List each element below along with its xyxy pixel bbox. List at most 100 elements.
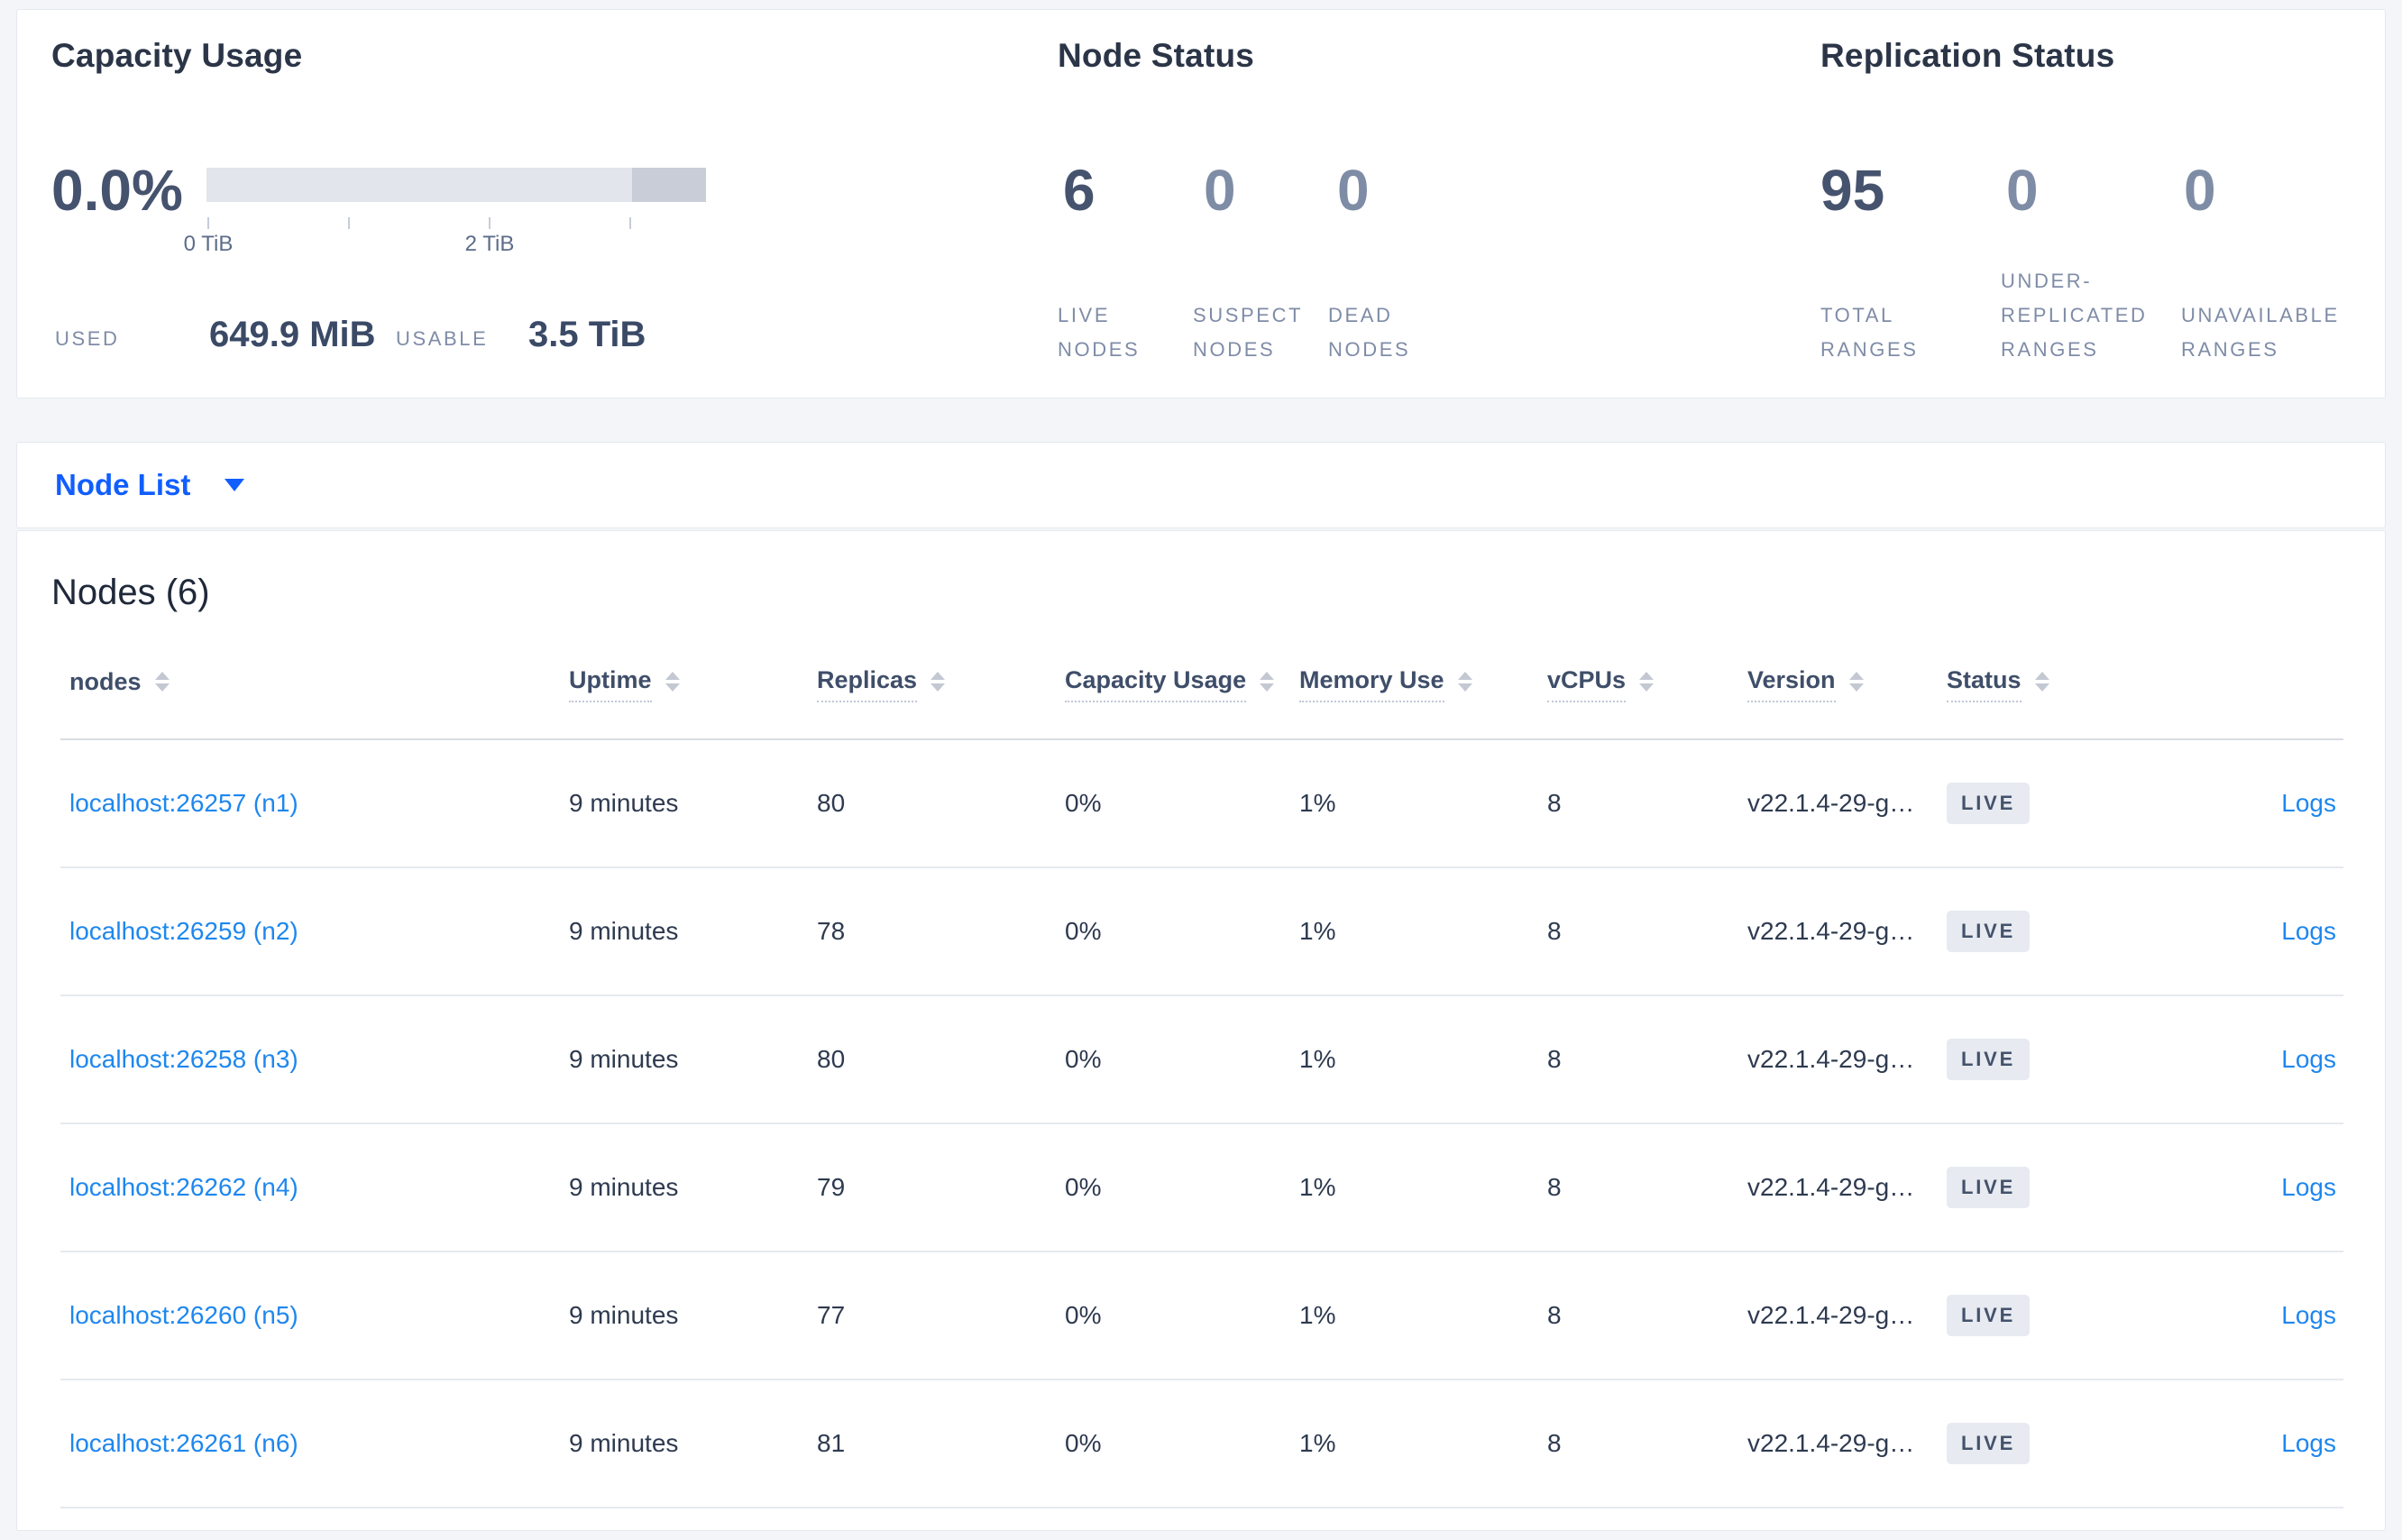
- vcpus-cell: 8: [1547, 1173, 1562, 1201]
- logs-link[interactable]: Logs: [2281, 1429, 2336, 1457]
- sort-icon: [931, 672, 946, 692]
- logs-cell: Logs: [2165, 917, 2343, 946]
- vcpus-cell: 8: [1547, 789, 1562, 817]
- column-header-status[interactable]: Status: [1947, 666, 2165, 702]
- unavailable-ranges-value: 0: [2184, 158, 2216, 223]
- node-cell: localhost:26260 (n5): [60, 1301, 569, 1330]
- replicas-cell: 81: [817, 1429, 846, 1457]
- uptime-cell: 9 minutes: [569, 789, 679, 817]
- total-ranges-label: TOTAL RANGES: [1820, 304, 1919, 361]
- nodes-table-title: Nodes (6): [51, 573, 210, 612]
- sort-icon: [2034, 672, 2049, 692]
- memory-use-cell: 1%: [1299, 917, 1336, 945]
- under-replicated-ranges-value: 0: [2006, 158, 2039, 223]
- capacity-usage-cell: 0%: [1065, 789, 1102, 817]
- status-cell: LIVE: [1947, 911, 2165, 952]
- table-row: localhost:26259 (n2) 9 minutes 78 0% 1% …: [60, 868, 2343, 996]
- view-selector-card: Node List: [16, 442, 2386, 528]
- node-link[interactable]: localhost:26260 (n5): [69, 1301, 298, 1329]
- node-link[interactable]: localhost:26262 (n4): [69, 1173, 298, 1201]
- column-header-capacity-usage[interactable]: Capacity Usage: [1065, 666, 1299, 702]
- column-header-vcpus[interactable]: vCPUs: [1547, 666, 1747, 702]
- memory-use-cell: 1%: [1299, 789, 1336, 817]
- logs-cell: Logs: [2165, 1173, 2343, 1202]
- replicas-cell: 79: [817, 1173, 846, 1201]
- column-header-version[interactable]: Version: [1747, 666, 1947, 702]
- status-badge: LIVE: [1947, 1423, 2031, 1464]
- nodes-table-card: Nodes (6) nodes Uptime Replicas Capacity…: [16, 530, 2386, 1531]
- uptime-cell: 9 minutes: [569, 1429, 679, 1457]
- node-list-dropdown[interactable]: Node List: [55, 443, 245, 527]
- column-header-uptime[interactable]: Uptime: [569, 666, 817, 702]
- logs-link[interactable]: Logs: [2281, 1301, 2336, 1329]
- unavailable-ranges-label: UNAVAILABLE RANGES: [2181, 304, 2340, 361]
- caret-down-icon: [225, 479, 245, 491]
- replicas-cell: 80: [817, 1045, 846, 1073]
- vcpus-cell: 8: [1547, 1301, 1562, 1329]
- table-body: localhost:26257 (n1) 9 minutes 80 0% 1% …: [60, 740, 2343, 1508]
- table-row: localhost:26257 (n1) 9 minutes 80 0% 1% …: [60, 740, 2343, 868]
- version-cell: v22.1.4-29-g…: [1747, 1429, 1915, 1457]
- column-header-replicas[interactable]: Replicas: [817, 666, 1065, 702]
- capacity-usage-cell: 0%: [1065, 1429, 1102, 1457]
- logs-link[interactable]: Logs: [2281, 917, 2336, 945]
- replicas-cell: 77: [817, 1301, 846, 1329]
- node-link[interactable]: localhost:26259 (n2): [69, 917, 298, 945]
- table-row: localhost:26258 (n3) 9 minutes 80 0% 1% …: [60, 996, 2343, 1124]
- capacity-usage-cell: 0%: [1065, 1301, 1102, 1329]
- status-cell: LIVE: [1947, 1423, 2165, 1464]
- node-cell: localhost:26261 (n6): [60, 1429, 569, 1458]
- under-replicated-ranges-label: UNDER-REPLICATED RANGES: [2001, 270, 2148, 361]
- version-cell: v22.1.4-29-g…: [1747, 789, 1915, 817]
- logs-link[interactable]: Logs: [2281, 1173, 2336, 1201]
- uptime-cell: 9 minutes: [569, 917, 679, 945]
- sort-icon: [1260, 672, 1275, 692]
- table-row: localhost:26260 (n5) 9 minutes 77 0% 1% …: [60, 1252, 2343, 1380]
- logs-cell: Logs: [2165, 1429, 2343, 1458]
- status-badge: LIVE: [1947, 911, 2031, 952]
- node-link[interactable]: localhost:26257 (n1): [69, 789, 298, 817]
- logs-link[interactable]: Logs: [2281, 1045, 2336, 1073]
- overview-page: { "summary": { "capacity": { "title": "C…: [0, 0, 2402, 1540]
- logs-link[interactable]: Logs: [2281, 789, 2336, 817]
- capacity-usage-cell: 0%: [1065, 917, 1102, 945]
- table-row: localhost:26261 (n6) 9 minutes 81 0% 1% …: [60, 1380, 2343, 1508]
- node-list-dropdown-label: Node List: [55, 468, 191, 501]
- table-header-row: nodes Uptime Replicas Capacity Usage Mem…: [60, 666, 2343, 740]
- capacity-usage-cell: 0%: [1065, 1173, 1102, 1201]
- status-cell: LIVE: [1947, 1039, 2165, 1080]
- vcpus-cell: 8: [1547, 1429, 1562, 1457]
- version-cell: v22.1.4-29-g…: [1747, 917, 1915, 945]
- node-link[interactable]: localhost:26258 (n3): [69, 1045, 298, 1073]
- cluster-summary-card: Capacity Usage 0.0% 0 TiB 2 TiB USED 649…: [16, 9, 2386, 399]
- logs-cell: Logs: [2165, 1045, 2343, 1074]
- node-cell: localhost:26257 (n1): [60, 789, 569, 818]
- status-badge: LIVE: [1947, 783, 2031, 824]
- total-ranges-value: 95: [1820, 158, 1885, 223]
- status-cell: LIVE: [1947, 783, 2165, 824]
- table-row: localhost:26262 (n4) 9 minutes 79 0% 1% …: [60, 1124, 2343, 1252]
- node-cell: localhost:26259 (n2): [60, 917, 569, 946]
- capacity-usage-cell: 0%: [1065, 1045, 1102, 1073]
- uptime-cell: 9 minutes: [569, 1173, 679, 1201]
- vcpus-cell: 8: [1547, 917, 1562, 945]
- node-link[interactable]: localhost:26261 (n6): [69, 1429, 298, 1457]
- column-header-nodes[interactable]: nodes: [60, 666, 569, 702]
- memory-use-cell: 1%: [1299, 1301, 1336, 1329]
- sort-icon: [1457, 672, 1472, 692]
- column-header-memory-use[interactable]: Memory Use: [1299, 666, 1547, 702]
- replicas-cell: 78: [817, 917, 846, 945]
- status-cell: LIVE: [1947, 1295, 2165, 1336]
- uptime-cell: 9 minutes: [569, 1045, 679, 1073]
- status-badge: LIVE: [1947, 1295, 2031, 1336]
- logs-cell: Logs: [2165, 1301, 2343, 1330]
- nodes-table: nodes Uptime Replicas Capacity Usage Mem…: [60, 666, 2343, 1508]
- sort-icon: [665, 672, 680, 692]
- node-cell: localhost:26258 (n3): [60, 1045, 569, 1074]
- vcpus-cell: 8: [1547, 1045, 1562, 1073]
- version-cell: v22.1.4-29-g…: [1747, 1173, 1915, 1201]
- column-header-logs: [2165, 666, 2343, 702]
- status-badge: LIVE: [1947, 1039, 2031, 1080]
- replication-status-section: Replication Status 95 0 0 TOTAL RANGES U…: [17, 10, 2385, 398]
- logs-cell: Logs: [2165, 789, 2343, 818]
